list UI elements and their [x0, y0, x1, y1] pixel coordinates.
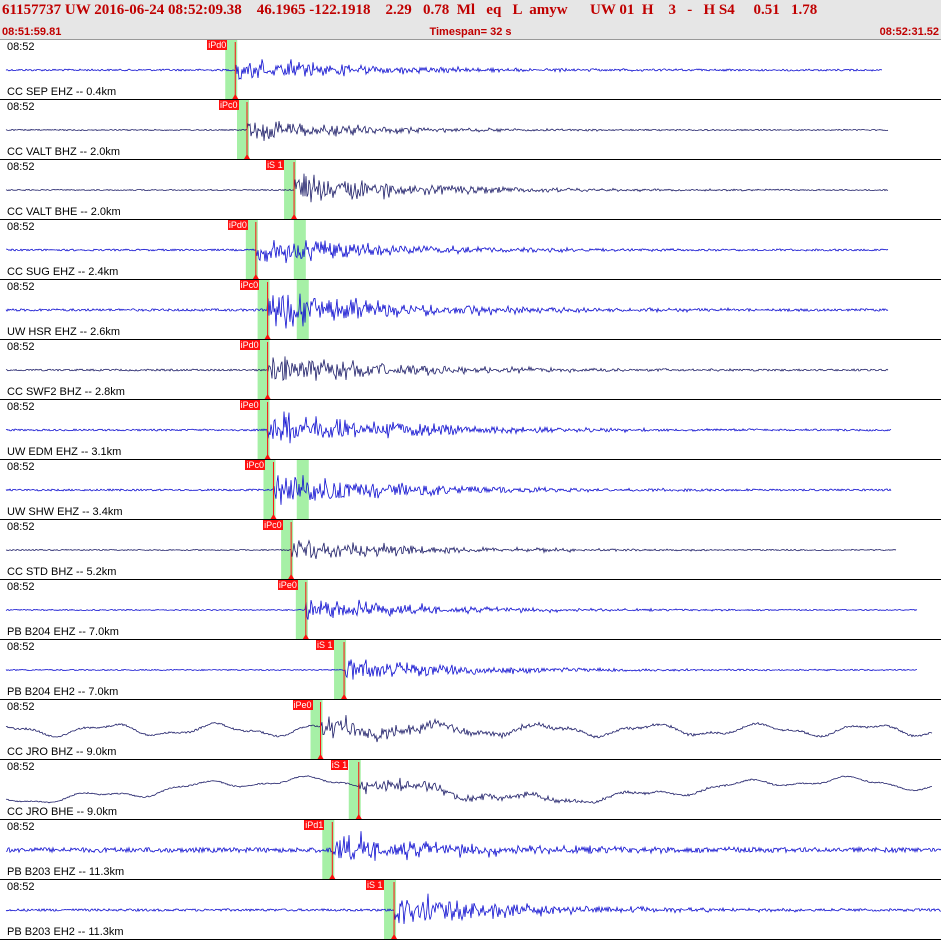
phase-pick-label[interactable]: iS 1 [366, 880, 384, 890]
panel-time-label: 08:52 [7, 641, 35, 653]
panel-time-label: 08:52 [7, 41, 35, 53]
trace-panel [0, 400, 941, 460]
waveform-trace [5, 411, 892, 444]
trace-panel [0, 700, 941, 760]
trace-panel [0, 220, 941, 280]
phase-pick-label[interactable]: iPc0 [263, 520, 283, 530]
phase-pick-label[interactable]: iPc0 [219, 100, 239, 110]
trace-panel [0, 160, 941, 220]
channel-label: PB B204 EHZ -- 7.0km [7, 626, 119, 638]
waveform-trace [5, 475, 892, 505]
channel-label: CC SEP EHZ -- 0.4km [7, 86, 117, 98]
trace-panel [0, 880, 941, 940]
waveform-trace [5, 775, 932, 804]
waveform-canvas[interactable] [0, 40, 941, 940]
timespan-label: Timespan= 32 s [429, 26, 512, 38]
channel-label: CC VALT BHE -- 2.0km [7, 206, 121, 218]
waveform-trace [5, 715, 933, 743]
phase-pick-label[interactable]: iPd0 [207, 40, 228, 50]
event-header: 61157737 UW 2016-06-24 08:52:09.38 46.19… [0, 0, 941, 40]
panel-time-label: 08:52 [7, 761, 35, 773]
phase-pick-label[interactable]: iPe0 [277, 580, 298, 590]
channel-label: CC VALT BHZ -- 2.0km [7, 146, 121, 158]
waveform-trace [5, 539, 897, 559]
channel-label: CC SUG EHZ -- 2.4km [7, 266, 119, 278]
phase-pick-label[interactable]: iPc0 [239, 280, 260, 290]
trace-panel [0, 640, 941, 700]
s-window [293, 220, 306, 280]
phase-pick-label[interactable]: iPc0 [245, 460, 265, 470]
trace-panel [0, 340, 941, 400]
panel-time-label: 08:52 [7, 461, 35, 473]
panel-time-label: 08:52 [7, 581, 35, 593]
channel-label: UW EDM EHZ -- 3.1km [7, 446, 122, 458]
channel-label: CC STD BHZ -- 5.2km [7, 566, 117, 578]
waveform-trace [5, 659, 918, 680]
waveform-trace [5, 356, 889, 382]
channel-label: CC JRO BHE -- 9.0km [7, 806, 118, 818]
channel-label: UW SHW EHZ -- 3.4km [7, 506, 123, 518]
waveform-trace [5, 173, 889, 203]
waveform-trace [5, 59, 882, 80]
trace-panel [0, 820, 941, 880]
phase-pick-label[interactable]: iPd0 [239, 340, 260, 350]
panel-time-label: 08:52 [7, 221, 35, 233]
panel-time-label: 08:52 [7, 341, 35, 353]
waveform-trace [5, 293, 889, 329]
channel-label: PB B203 EHZ -- 11.3km [7, 866, 125, 878]
waveform-trace [5, 121, 889, 141]
panel-time-label: 08:52 [7, 521, 35, 533]
trace-panel [0, 40, 941, 100]
channel-label: CC SWF2 BHZ -- 2.8km [7, 386, 125, 398]
panel-time-label: 08:52 [7, 281, 35, 293]
phase-pick-label[interactable]: iPe0 [239, 400, 260, 410]
waveform-trace [5, 831, 941, 861]
trace-panel [0, 280, 941, 340]
trace-panel [0, 760, 941, 820]
phase-pick-label[interactable]: iPd1 [304, 820, 325, 830]
phase-pick-label[interactable]: iS 1 [266, 160, 284, 170]
channel-label: UW HSR EHZ -- 2.6km [7, 326, 121, 338]
panel-time-label: 08:52 [7, 821, 35, 833]
panel-time-label: 08:52 [7, 881, 35, 893]
channel-label: PB B203 EH2 -- 11.3km [7, 926, 124, 938]
panel-time-label: 08:52 [7, 161, 35, 173]
phase-pick-label[interactable]: iPe0 [292, 700, 313, 710]
phase-pick-label[interactable]: iS 1 [330, 760, 349, 770]
event-summary-line: 61157737 UW 2016-06-24 08:52:09.38 46.19… [2, 2, 818, 18]
trace-panel [0, 100, 941, 160]
panel-time-label: 08:52 [7, 701, 35, 713]
trace-panel [0, 520, 941, 580]
seismogram-viewer: 61157737 UW 2016-06-24 08:52:09.38 46.19… [0, 0, 941, 940]
panel-time-label: 08:52 [7, 401, 35, 413]
trace-panel [0, 460, 941, 520]
phase-pick-label[interactable]: iS 1 [316, 640, 334, 650]
waveform-trace [5, 599, 918, 620]
waveform-trace [6, 240, 889, 264]
trace-panel [0, 580, 941, 640]
channel-label: CC JRO BHZ -- 9.0km [7, 746, 117, 758]
channel-label: PB B204 EH2 -- 7.0km [7, 686, 119, 698]
end-time-label: 08:52:31.52 [879, 26, 939, 38]
waveform-trace [5, 893, 941, 925]
phase-pick-label[interactable]: iPd0 [227, 220, 248, 230]
trace-plot-area[interactable]: 08:52 CC SEP EHZ -- 0.4km iPd0 08:52 CC VALT… [0, 40, 941, 940]
panel-time-label: 08:52 [7, 101, 35, 113]
